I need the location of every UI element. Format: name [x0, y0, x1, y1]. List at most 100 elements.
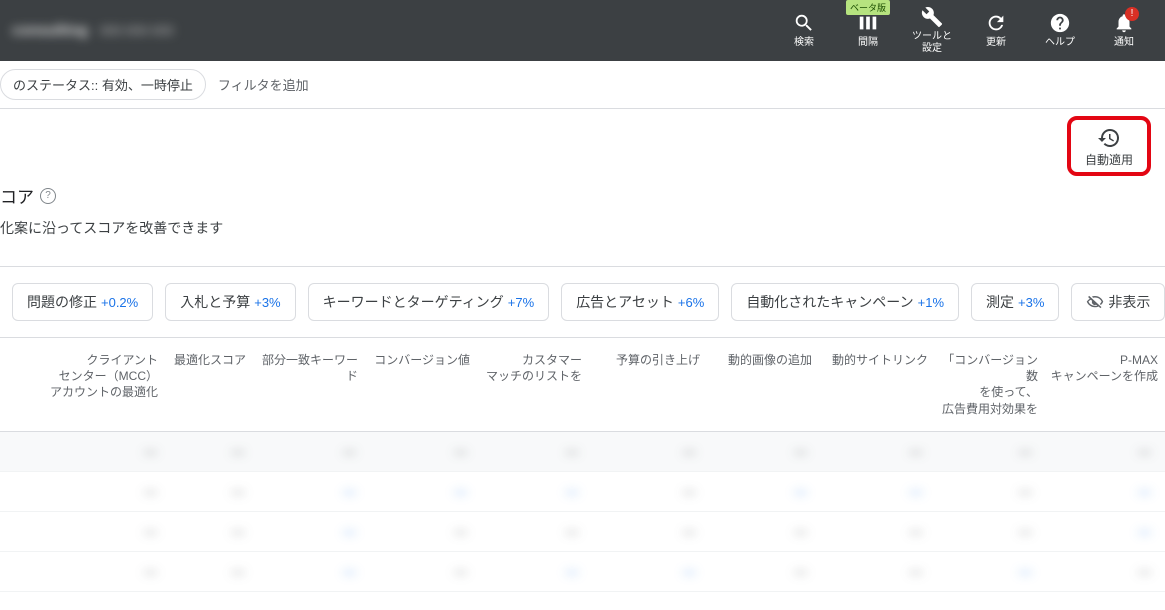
table-row[interactable]: — — — — — — — — — —	[0, 432, 1165, 472]
interval-label: 間隔	[858, 37, 878, 49]
beta-badge: ベータ版	[846, 0, 890, 15]
th-dynamic-image[interactable]: 動的画像の追加	[706, 352, 818, 417]
th-conv-value[interactable]: コンバージョン値	[364, 352, 476, 417]
chip-hidden[interactable]: 非表示	[1071, 283, 1165, 321]
auto-apply-label: 自動適用	[1085, 151, 1133, 168]
th-opt-score[interactable]: 最適化スコア	[164, 352, 252, 417]
cell: —	[362, 484, 473, 499]
notifications-button[interactable]: ! 通知	[1095, 3, 1153, 59]
score-description: 化案に沿ってスコアを改善できます	[0, 218, 1165, 254]
cell: —	[702, 444, 813, 459]
table-row[interactable]: — — — — — — — — — —	[0, 552, 1165, 592]
cell: —	[702, 524, 813, 539]
cell: —	[362, 564, 473, 579]
filter-bar: のステータス:: 有効、一時停止 フィルタを追加	[0, 61, 1165, 109]
cell: —	[473, 564, 584, 579]
search-button[interactable]: 検索	[775, 3, 833, 59]
th-mcc[interactable]: クライアントセンター（MCC）アカウントの最適化	[8, 352, 164, 417]
th-troas[interactable]: 「コンバージョン数を使って、広告費用対効果を	[934, 352, 1044, 417]
th-dynamic-sitelink[interactable]: 動的サイトリンク	[818, 352, 934, 417]
cell: —	[163, 444, 250, 459]
cell: —	[585, 444, 702, 459]
cell: —	[702, 564, 813, 579]
table-row[interactable]: — — — — — — — — — —	[0, 472, 1165, 512]
cell: —	[8, 524, 163, 539]
table-row[interactable]: — — — — — — — — — —	[0, 512, 1165, 552]
recommendations-table: クライアントセンター（MCC）アカウントの最適化 最適化スコア 部分一致キーワー…	[0, 337, 1165, 592]
auto-apply-button[interactable]: 自動適用	[1067, 116, 1151, 176]
account-id: 000-000-000	[100, 23, 174, 38]
chip-pct: +3%	[254, 295, 280, 310]
chip-measurement[interactable]: 測定 +3%	[971, 283, 1059, 321]
chip-label: 広告とアセット	[576, 292, 674, 312]
cell: —	[585, 484, 702, 499]
cell: —	[928, 444, 1037, 459]
chip-problem-fix[interactable]: 問題の修正 +0.2%	[12, 283, 153, 321]
chip-pct: +7%	[508, 295, 534, 310]
cell: —	[813, 444, 928, 459]
refresh-icon	[985, 12, 1007, 34]
category-chips: 問題の修正 +0.2% 入札と予算 +3% キーワードとターゲティング +7% …	[0, 267, 1165, 337]
chip-ads-assets[interactable]: 広告とアセット +6%	[561, 283, 719, 321]
history-icon	[1097, 126, 1121, 150]
cell: —	[928, 524, 1037, 539]
search-icon	[793, 12, 815, 34]
cell: —	[251, 564, 362, 579]
refresh-button[interactable]: 更新	[967, 3, 1025, 59]
cell: —	[473, 444, 584, 459]
score-title: コア ?	[0, 181, 1165, 218]
th-raise-budget[interactable]: 予算の引き上げ	[588, 352, 706, 417]
eye-off-icon	[1086, 293, 1104, 311]
cell: —	[1038, 444, 1157, 459]
chip-bid-budget[interactable]: 入札と予算 +3%	[165, 283, 295, 321]
refresh-label: 更新	[986, 37, 1006, 49]
cell: —	[702, 484, 813, 499]
cell: —	[473, 484, 584, 499]
cell: —	[362, 444, 473, 459]
chip-pct: +3%	[1018, 295, 1044, 310]
chip-pct: +6%	[678, 295, 704, 310]
add-filter[interactable]: フィルタを追加	[218, 75, 309, 94]
cell: —	[585, 524, 702, 539]
cell: —	[473, 524, 584, 539]
cell: —	[251, 444, 362, 459]
cell: —	[928, 484, 1037, 499]
alert-badge: !	[1125, 7, 1139, 21]
score-title-text: コア	[0, 183, 34, 208]
help-icon	[1049, 12, 1071, 34]
tools-settings-button[interactable]: ツールと設定	[903, 3, 961, 59]
cell: —	[813, 524, 928, 539]
optimization-score-section: コア ? 化案に沿ってスコアを改善できます	[0, 181, 1165, 266]
cell: —	[1038, 524, 1157, 539]
cell: —	[8, 444, 163, 459]
search-label: 検索	[794, 37, 814, 49]
cell: —	[362, 524, 473, 539]
cell: —	[8, 564, 163, 579]
chip-label: 測定	[986, 292, 1014, 312]
th-broad-kw[interactable]: 部分一致キーワード	[252, 352, 364, 417]
cell: —	[251, 484, 362, 499]
help-tooltip-icon[interactable]: ?	[40, 188, 56, 204]
chip-label: 非表示	[1108, 292, 1150, 312]
help-label: ヘルプ	[1045, 37, 1075, 49]
interval-button[interactable]: ベータ版 間隔	[839, 3, 897, 59]
column-icon	[857, 12, 879, 34]
cell: —	[813, 484, 928, 499]
help-button[interactable]: ヘルプ	[1031, 3, 1089, 59]
cell: —	[585, 564, 702, 579]
wrench-icon	[921, 6, 943, 28]
chip-keyword-targeting[interactable]: キーワードとターゲティング +7%	[308, 283, 550, 321]
cell: —	[163, 484, 250, 499]
cell: —	[163, 524, 250, 539]
cell: —	[8, 484, 163, 499]
table-header: クライアントセンター（MCC）アカウントの最適化 最適化スコア 部分一致キーワー…	[0, 338, 1165, 432]
toolbar: 検索 ベータ版 間隔 ツールと設定 更新 ヘルプ ! 通知	[775, 3, 1153, 59]
top-bar: consulting 000-000-000 検索 ベータ版 間隔 ツールと設定…	[0, 0, 1165, 61]
cell: —	[813, 564, 928, 579]
cell: —	[163, 564, 250, 579]
chip-pct: +1%	[918, 295, 944, 310]
th-customer-match[interactable]: カスタマーマッチのリストを	[476, 352, 588, 417]
status-chip[interactable]: のステータス:: 有効、一時停止	[0, 69, 206, 100]
chip-automated-campaigns[interactable]: 自動化されたキャンペーン +1%	[731, 283, 959, 321]
th-pmax[interactable]: P-MAXキャンペーンを作成	[1044, 352, 1164, 417]
